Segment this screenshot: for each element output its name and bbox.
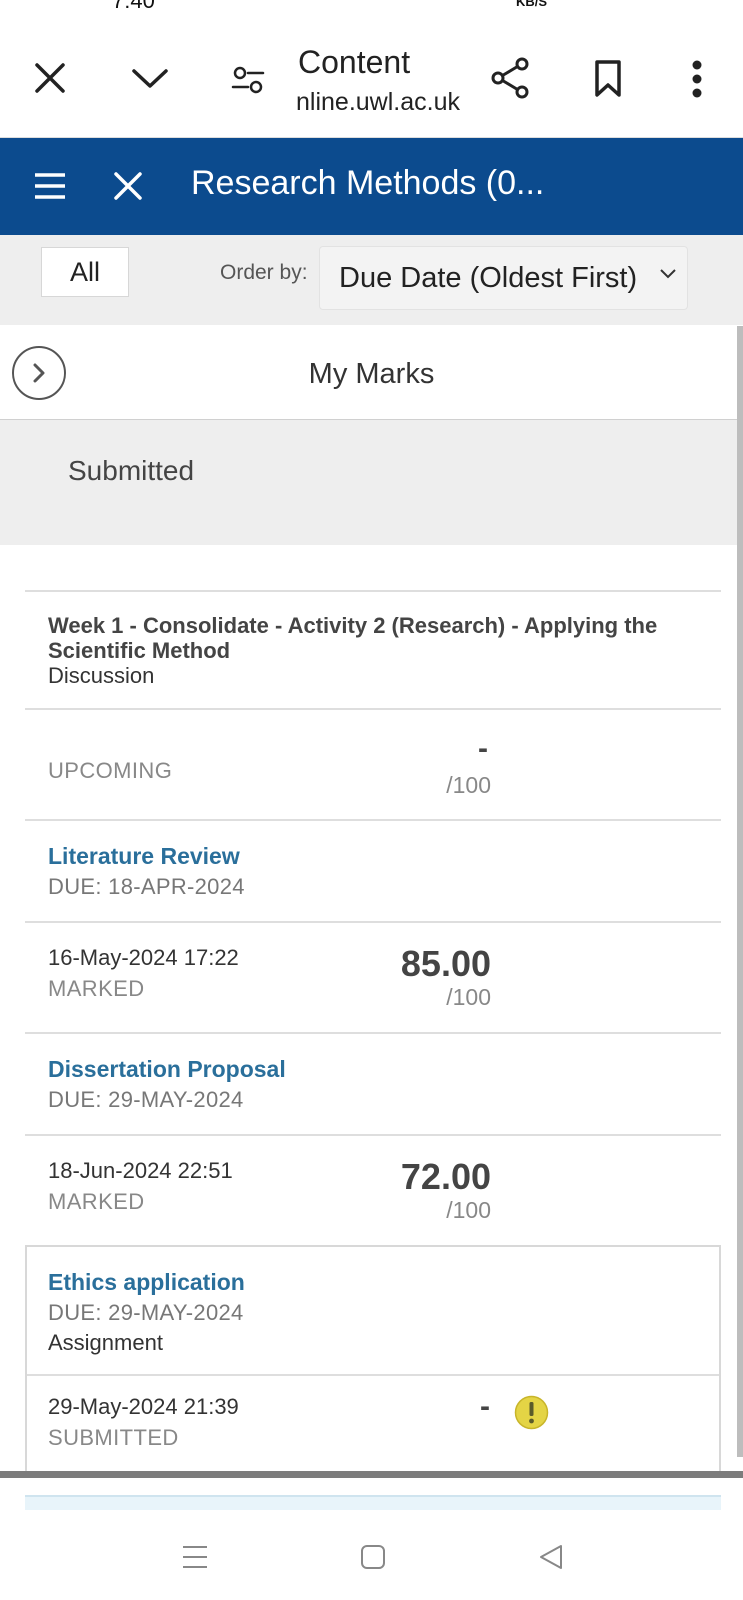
course-header: Research Methods (0... <box>0 138 743 235</box>
item-max-score: /100 <box>446 984 491 1010</box>
back-icon[interactable] <box>534 1540 568 1574</box>
share-icon[interactable] <box>487 54 533 102</box>
page-title: Content <box>298 44 411 80</box>
item-type: Discussion <box>48 663 155 688</box>
filter-bar: All Order by: Due Date (Oldest First) <box>0 235 743 325</box>
previous-item-status-row: Submitted <box>0 420 738 545</box>
item-title-link[interactable]: Literature Review <box>48 843 240 870</box>
close-tab-icon[interactable] <box>30 58 70 98</box>
network-speed-unit: KB/S <box>516 0 548 9</box>
my-marks-header: My Marks <box>0 326 738 420</box>
item-marked-date: 18-Jun-2024 22:51 <box>48 1158 233 1183</box>
divider <box>27 1374 719 1376</box>
item-status: UPCOMING <box>48 758 173 783</box>
order-by-select[interactable]: Due Date (Oldest First) <box>319 246 688 310</box>
my-marks-title: My Marks <box>308 358 435 390</box>
item-score: - <box>480 1390 490 1423</box>
home-icon[interactable] <box>356 1540 390 1574</box>
divider <box>25 1032 721 1034</box>
item-status: MARKED <box>48 976 145 1001</box>
item-score: - <box>478 732 488 765</box>
item-score: 72.00 <box>400 1156 491 1197</box>
next-card-edge <box>25 1495 721 1511</box>
status-time: 7:40 <box>112 0 155 12</box>
exclamation-warning-icon[interactable] <box>514 1395 549 1430</box>
item-title-link[interactable]: Dissertation Proposal <box>48 1056 286 1083</box>
divider <box>25 708 721 710</box>
close-icon[interactable] <box>108 166 148 206</box>
item-due-date: DUE: 29-MAY-2024 <box>48 1300 244 1325</box>
divider <box>25 921 721 923</box>
item-submitted-date: 29-May-2024 21:39 <box>48 1394 239 1419</box>
site-settings-icon[interactable] <box>228 60 268 100</box>
scrollbar[interactable] <box>737 326 743 1457</box>
item-status: SUBMITTED <box>48 1425 179 1450</box>
course-title: Research Methods (0... <box>191 164 545 202</box>
system-navigation-bar <box>0 1510 743 1600</box>
item-status: MARKED <box>48 1189 145 1214</box>
filter-all-button[interactable]: All <box>41 247 129 297</box>
item-max-score: /100 <box>446 1197 491 1223</box>
item-marked-date: 16-May-2024 17:22 <box>48 945 239 970</box>
item-title: Week 1 - Consolidate - Activity 2 (Resea… <box>48 613 658 663</box>
bookmark-icon[interactable] <box>590 56 626 102</box>
chevron-down-icon[interactable] <box>128 58 172 98</box>
order-by-label: Order by: <box>220 261 308 284</box>
page-url[interactable]: nline.uwl.ac.uk <box>296 88 460 117</box>
recent-apps-icon[interactable] <box>178 1540 212 1574</box>
item-title-link[interactable]: Ethics application <box>48 1269 245 1296</box>
hamburger-menu-icon[interactable] <box>30 166 70 206</box>
item-status: Submitted <box>68 455 195 486</box>
ethics-application-card: Ethics application DUE: 29-MAY-2024 Assi… <box>25 1245 721 1474</box>
item-due-date: DUE: 18-APR-2024 <box>48 874 245 899</box>
chevron-down-icon <box>659 267 677 285</box>
browser-toolbar: Content nline.uwl.ac.uk <box>0 12 743 138</box>
order-by-value: Due Date (Oldest First) <box>339 262 638 294</box>
divider <box>25 819 721 821</box>
item-due-date: DUE: 29-MAY-2024 <box>48 1087 244 1112</box>
item-max-score: /100 <box>446 772 491 798</box>
more-options-icon[interactable] <box>682 56 712 102</box>
divider <box>25 1134 721 1136</box>
status-bar: 7:40 KB/S <box>0 0 743 12</box>
divider <box>25 590 721 592</box>
item-type: Assignment <box>48 1330 163 1355</box>
item-score: 85.00 <box>400 943 491 984</box>
bottom-divider <box>0 1471 743 1478</box>
